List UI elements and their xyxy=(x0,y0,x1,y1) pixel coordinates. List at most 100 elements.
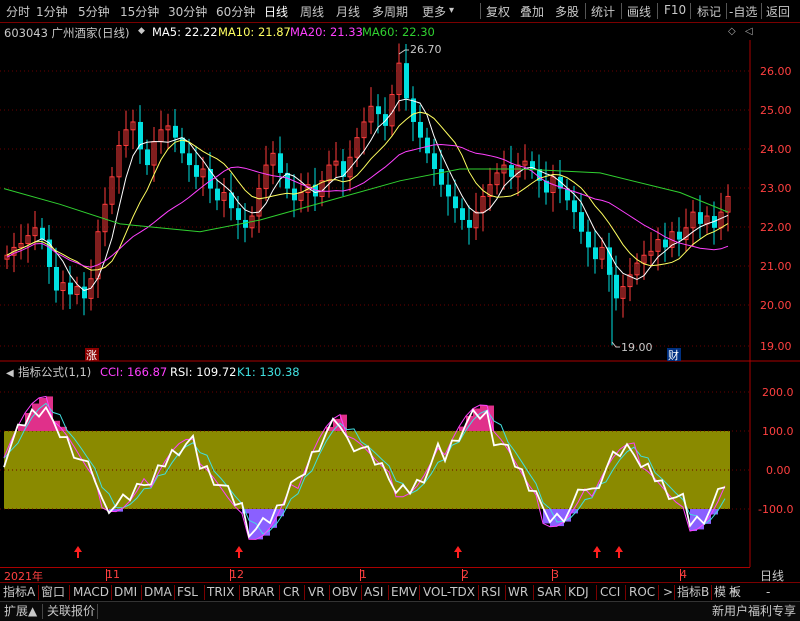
tab-rsi[interactable]: RSI xyxy=(481,584,501,600)
buy-arrow-icon xyxy=(593,546,601,558)
remove-watchlist-button[interactable]: -自选 xyxy=(729,3,757,20)
tab-vol-tdx[interactable]: VOL-TDX xyxy=(423,584,475,600)
candle-body xyxy=(243,219,248,228)
candle-body xyxy=(460,208,465,220)
f10-button[interactable]: F10 xyxy=(664,3,686,17)
period-tab-5min[interactable]: 5分钟 xyxy=(78,3,110,20)
toolbar-divider xyxy=(657,3,658,19)
indicator-panel[interactable]: 200.0 100.0 0.00 -100.0 ◀ 指标公式(1,1) CCI:… xyxy=(0,362,800,567)
period-tab-30min[interactable]: 30分钟 xyxy=(168,3,207,20)
time-label-nov: 11 xyxy=(106,568,120,581)
period-tab-weekly[interactable]: 周线 xyxy=(300,3,324,20)
candle-body xyxy=(215,188,220,201)
tab-emv[interactable]: EMV xyxy=(391,584,417,600)
tab-window[interactable]: 窗口 xyxy=(41,584,65,600)
tab-divider xyxy=(419,585,420,600)
tab-divider xyxy=(674,585,675,600)
candle-body xyxy=(278,153,283,173)
more-dropdown-icon[interactable]: ▾ xyxy=(449,5,454,16)
cci-overbought-fill xyxy=(32,403,39,431)
mark-button[interactable]: 标记 xyxy=(697,3,721,20)
zoom-in-button[interactable]: + xyxy=(729,584,739,600)
period-tab-more[interactable]: 更多 xyxy=(422,3,446,20)
fuquan-button[interactable]: 复权 xyxy=(486,3,510,20)
tab-trix[interactable]: TRIX xyxy=(207,584,234,600)
candle-body xyxy=(341,161,346,177)
y-tick: 26.00 xyxy=(760,65,792,78)
candle-body xyxy=(614,274,619,299)
ma5-line xyxy=(6,98,729,292)
tab-obv[interactable]: OBV xyxy=(332,584,358,600)
buy-arrow-icon xyxy=(74,546,82,558)
tab-indicator-a[interactable]: 指标A xyxy=(3,584,35,600)
indicator-formula-title[interactable]: 指标公式(1,1) xyxy=(18,365,91,379)
tab-indicator-b[interactable]: 指标B xyxy=(677,584,709,600)
period-tab-15min[interactable]: 15分钟 xyxy=(120,3,159,20)
tab-brar[interactable]: BRAR xyxy=(242,584,275,600)
tabs-more-button[interactable]: > xyxy=(663,584,673,600)
overlay-button[interactable]: 叠加 xyxy=(520,3,544,20)
candle-body xyxy=(467,219,472,228)
price-y-axis: 26.00 25.00 24.00 23.00 22.00 21.00 20.0… xyxy=(760,65,792,353)
candle-body xyxy=(439,169,444,185)
time-tick xyxy=(462,569,463,581)
tab-wr[interactable]: WR xyxy=(508,584,528,600)
high-price-label: 26.70 xyxy=(410,43,442,56)
tab-asi[interactable]: ASI xyxy=(364,584,383,600)
ind-y-tick: 200.0 xyxy=(762,386,794,399)
period-tab-daily[interactable]: 日线 xyxy=(264,3,288,20)
candle-body xyxy=(54,267,59,291)
indicator-expand-icon[interactable]: ◀ xyxy=(6,368,14,379)
candle-body xyxy=(586,231,591,248)
collapse-icon[interactable]: ◆ xyxy=(138,26,145,36)
zoom-out-button[interactable]: - xyxy=(766,584,770,600)
draw-line-button[interactable]: 画线 xyxy=(627,3,651,20)
indicator-y-axis: 200.0 100.0 0.00 -100.0 xyxy=(758,386,794,516)
price-chart-panel[interactable]: 26.00 25.00 24.00 23.00 22.00 21.00 20.0… xyxy=(0,40,800,362)
candle-body xyxy=(677,231,682,240)
template-button[interactable]: 模 xyxy=(714,584,726,600)
period-tab-1min[interactable]: 1分钟 xyxy=(36,3,68,20)
tab-roc[interactable]: ROC xyxy=(629,584,655,600)
limit-up-marker[interactable]: 涨 xyxy=(86,349,97,362)
tab-cr[interactable]: CR xyxy=(283,584,300,600)
tab-macd[interactable]: MACD xyxy=(73,584,109,600)
back-button[interactable]: 返回 xyxy=(766,3,790,20)
tab-kdj[interactable]: KDJ xyxy=(568,584,589,600)
candle-body xyxy=(173,125,178,138)
expand-button[interactable]: 扩展▲ xyxy=(4,603,37,619)
tab-fsl[interactable]: FSL xyxy=(177,584,198,600)
related-quotes-button[interactable]: 关联报价 xyxy=(47,603,95,619)
y-tick: 25.00 xyxy=(760,104,792,117)
diamond-icon[interactable]: ◇ xyxy=(728,26,736,37)
tab-divider xyxy=(711,585,712,600)
period-tab-monthly[interactable]: 月线 xyxy=(336,3,360,20)
tab-dma[interactable]: DMA xyxy=(144,584,172,600)
period-tab-60min[interactable]: 60分钟 xyxy=(216,3,255,20)
tab-dmi[interactable]: DMI xyxy=(114,584,137,600)
tab-divider xyxy=(329,585,330,600)
period-tab-fenshi[interactable]: 分时 xyxy=(6,3,30,20)
tab-divider xyxy=(505,585,506,600)
period-tab-multi[interactable]: 多周期 xyxy=(372,3,408,20)
new-user-promo-link[interactable]: 新用户福利专享 xyxy=(712,603,796,619)
finance-marker[interactable]: 财 xyxy=(668,348,679,362)
stock-name-label: 603043 广州酒家(日线) xyxy=(4,26,130,40)
candle-body xyxy=(509,165,514,177)
tab-divider xyxy=(361,585,362,600)
time-tick xyxy=(552,569,553,581)
multi-stock-button[interactable]: 多股 xyxy=(555,3,579,20)
ma20-value: MA20: 21.33 xyxy=(290,25,363,39)
tab-cci[interactable]: CCI xyxy=(600,584,620,600)
tab-sar[interactable]: SAR xyxy=(537,584,561,600)
tab-divider xyxy=(625,585,626,600)
tab-vr[interactable]: VR xyxy=(308,584,325,600)
stats-button[interactable]: 统计 xyxy=(591,3,615,20)
tab-divider xyxy=(204,585,205,600)
bar-divider xyxy=(42,604,43,619)
toolbar-divider xyxy=(585,3,586,19)
panel-menu-icon[interactable]: ◁ xyxy=(745,26,753,37)
ma-info-line: 603043 广州酒家(日线) ◆ MA5: 22.22 MA10: 21.87… xyxy=(0,24,760,40)
tab-divider xyxy=(38,585,39,600)
time-axis: 2021年 11 12 1 2 3 4 日线 xyxy=(0,567,800,583)
